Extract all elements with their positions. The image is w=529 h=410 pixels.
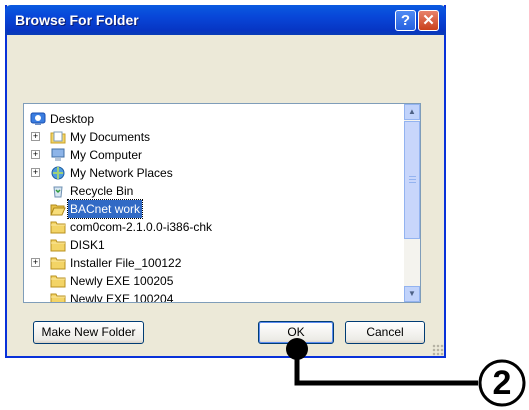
callout-number: 2 bbox=[492, 364, 512, 402]
callout-line bbox=[286, 338, 526, 407]
